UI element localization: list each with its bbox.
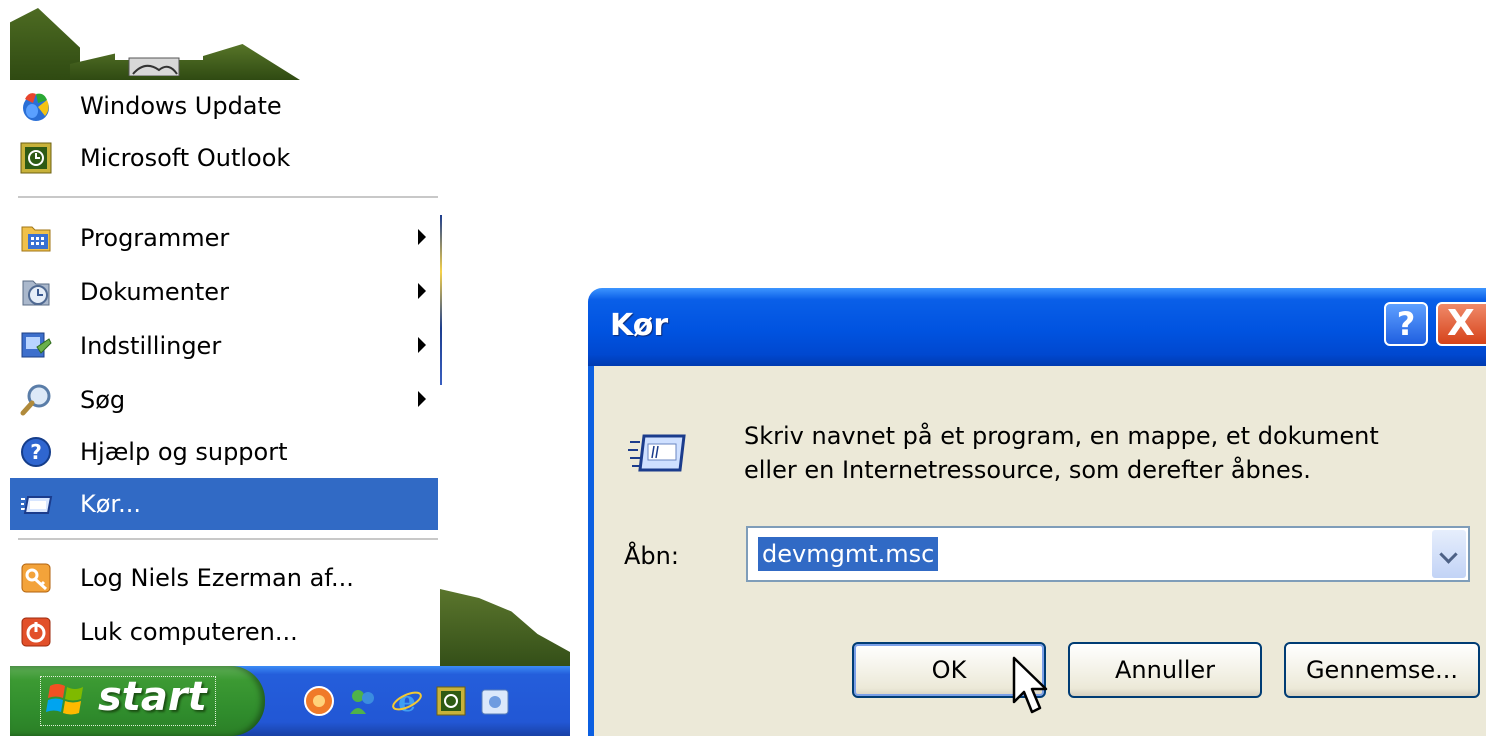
menu-item-label: Indstillinger bbox=[80, 332, 222, 360]
app-icon[interactable] bbox=[478, 684, 512, 718]
shutdown-icon bbox=[18, 614, 54, 650]
logoff-icon bbox=[18, 560, 54, 596]
svg-text:?: ? bbox=[30, 440, 42, 464]
open-combobox[interactable]: devmgmt.msc bbox=[746, 526, 1470, 582]
help-icon: ? bbox=[1396, 305, 1416, 343]
help-button[interactable]: ? bbox=[1384, 302, 1428, 346]
menu-item-label: Søg bbox=[80, 386, 126, 414]
start-menu: Windows Update Microsoft Outlook Program… bbox=[10, 80, 440, 666]
menu-item-logoff[interactable]: Log Niels Ezerman af... bbox=[10, 552, 438, 604]
microsoft-logo bbox=[115, 40, 203, 76]
settings-icon bbox=[18, 328, 54, 364]
dialog-titlebar[interactable]: Kør ? X bbox=[588, 288, 1486, 366]
desktop-grass bbox=[440, 589, 570, 670]
cancel-button[interactable]: Annuller bbox=[1068, 642, 1262, 698]
dialog-description: Skriv navnet på et program, en mappe, et… bbox=[744, 422, 1379, 450]
menu-item-label: Programmer bbox=[80, 224, 230, 252]
msn-icon[interactable] bbox=[346, 684, 380, 718]
media-player-icon[interactable] bbox=[302, 684, 336, 718]
outlook-icon bbox=[18, 140, 54, 176]
submenu-arrow-icon bbox=[418, 391, 426, 407]
menu-item-label: Microsoft Outlook bbox=[80, 144, 291, 172]
documents-icon bbox=[18, 274, 54, 310]
menu-item-label: Dokumenter bbox=[80, 278, 229, 306]
menu-separator bbox=[18, 196, 438, 199]
close-icon: X bbox=[1447, 303, 1475, 344]
open-input[interactable]: devmgmt.msc bbox=[758, 537, 939, 571]
menu-item-label: Hjælp og support bbox=[80, 438, 288, 466]
submenu-arrow-icon bbox=[418, 337, 426, 353]
help-icon: ? bbox=[18, 434, 54, 470]
programs-icon bbox=[18, 220, 54, 256]
browse-button[interactable]: Gennemse... bbox=[1284, 642, 1480, 698]
run-icon bbox=[18, 486, 54, 522]
desktop-background bbox=[10, 0, 300, 80]
search-icon bbox=[18, 382, 54, 418]
menu-item-windows-update[interactable]: Windows Update bbox=[10, 80, 438, 132]
menu-item-label: Log Niels Ezerman af... bbox=[80, 564, 354, 592]
dialog-description: eller en Internetressource, som derefter… bbox=[744, 456, 1311, 484]
run-icon bbox=[628, 434, 686, 472]
svg-text:e: e bbox=[398, 685, 416, 718]
menu-item-shutdown[interactable]: Luk computeren... bbox=[10, 606, 438, 658]
desktop-grass bbox=[10, 8, 80, 80]
submenu-arrow-icon bbox=[418, 283, 426, 299]
close-button[interactable]: X bbox=[1436, 302, 1486, 346]
menu-item-label: Kør... bbox=[80, 490, 141, 518]
menu-item-outlook[interactable]: Microsoft Outlook bbox=[10, 132, 438, 184]
start-label: start bbox=[98, 674, 207, 720]
menu-item-documents[interactable]: Dokumenter bbox=[10, 266, 438, 318]
taskbar: start e bbox=[10, 666, 570, 736]
submenu-arrow-icon bbox=[418, 229, 426, 245]
internet-explorer-icon[interactable]: e bbox=[390, 684, 424, 718]
windows-flag-icon bbox=[46, 684, 83, 715]
menu-item-label: Luk computeren... bbox=[80, 618, 298, 646]
outlook-icon[interactable] bbox=[434, 684, 468, 718]
menu-separator bbox=[18, 538, 438, 541]
menu-item-run[interactable]: Kør... bbox=[10, 478, 438, 530]
dialog-title: Kør bbox=[610, 308, 669, 343]
menu-item-help[interactable]: ? Hjælp og support bbox=[10, 426, 438, 478]
menu-item-programs[interactable]: Programmer bbox=[10, 212, 438, 264]
open-label: Åbn: bbox=[624, 542, 679, 570]
menu-item-search[interactable]: Søg bbox=[10, 374, 438, 426]
windows-update-icon bbox=[18, 88, 54, 124]
menu-item-settings[interactable]: Indstillinger bbox=[10, 320, 438, 372]
menu-item-label: Windows Update bbox=[80, 92, 282, 120]
mouse-cursor-icon bbox=[1012, 656, 1048, 714]
start-button[interactable]: start bbox=[10, 666, 265, 736]
chevron-down-icon[interactable] bbox=[1432, 530, 1466, 578]
